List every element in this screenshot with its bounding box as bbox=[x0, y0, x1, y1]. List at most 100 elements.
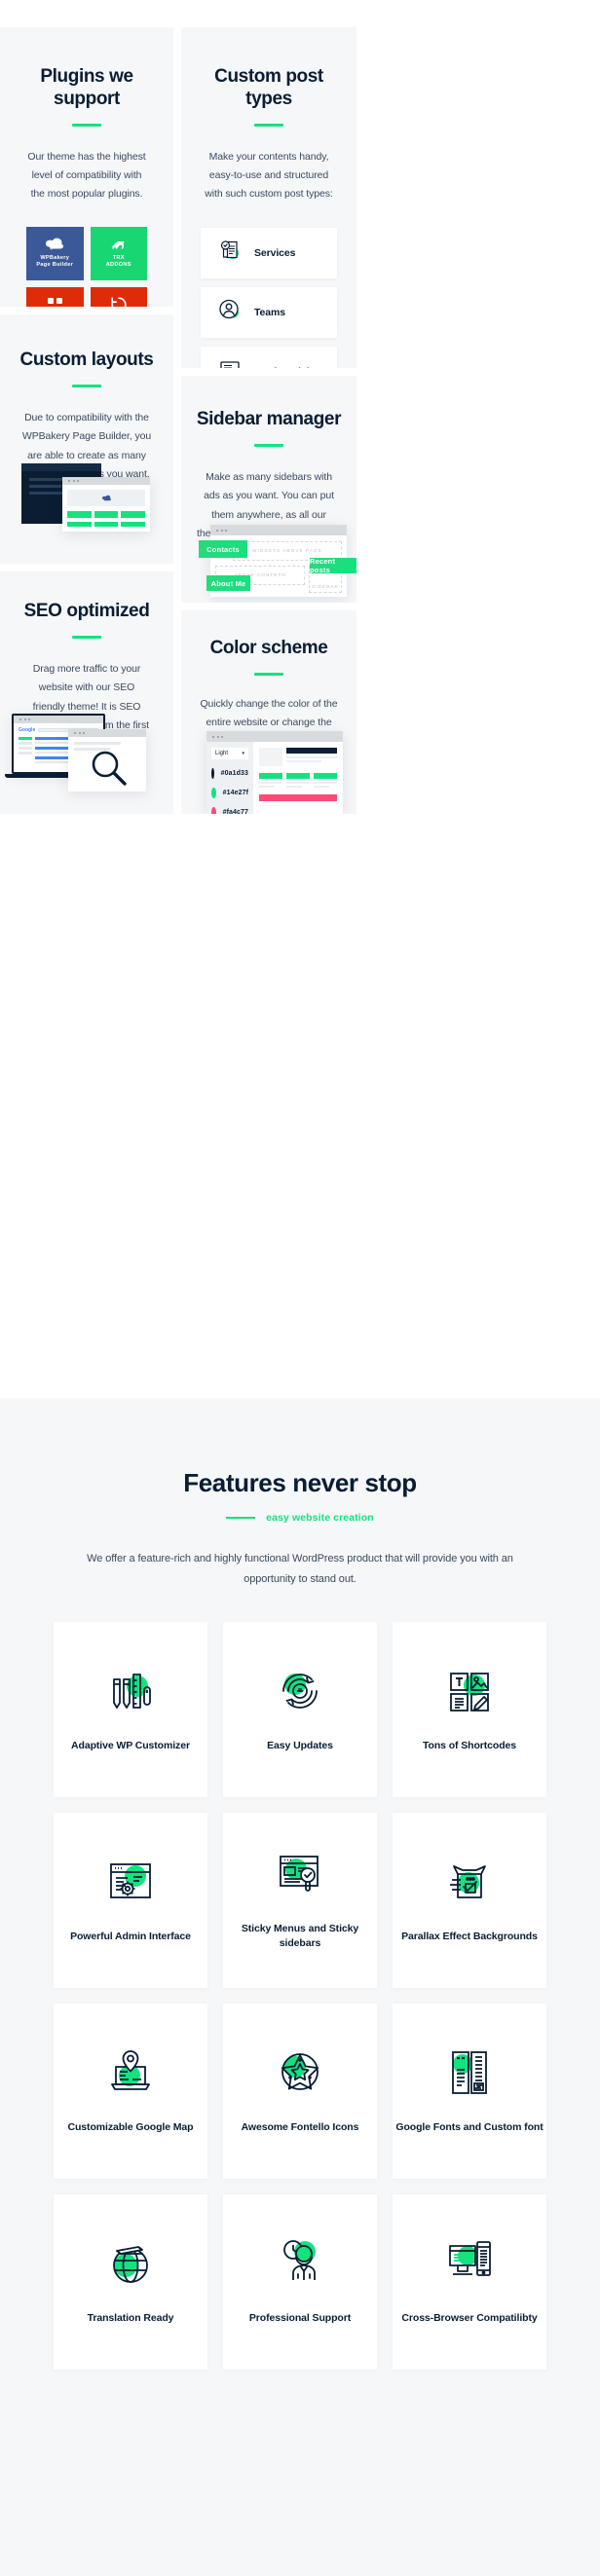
feature-card-powerful-admin-interface[interactable]: Powerful Admin Interface bbox=[54, 1812, 207, 1988]
section-custom-post-types: Custom post types Make your contents han… bbox=[181, 27, 356, 368]
feature-card-sticky-menus[interactable]: Sticky Menus and Sticky sidebars bbox=[223, 1812, 377, 1988]
cpt-title: Custom post types bbox=[214, 66, 323, 109]
landing-page: Plugins we support Our theme has the hig… bbox=[0, 0, 600, 2576]
mockup-search-window bbox=[68, 729, 146, 791]
features-title: Features never stop bbox=[183, 1468, 417, 1497]
feature-label: Powerful Admin Interface bbox=[70, 1930, 191, 1942]
cpt-card-label: Testimonials bbox=[254, 366, 315, 368]
swatch-label: #0a1d33 bbox=[220, 770, 248, 777]
pencils-ruler-icon bbox=[105, 1666, 156, 1721]
section-color-scheme: Color scheme Quickly change the color of… bbox=[181, 610, 356, 814]
plugins-body: Our theme has the highest level of compa… bbox=[27, 150, 146, 201]
feature-card-parallax-effect[interactable]: Parallax Effect Backgrounds bbox=[393, 1812, 546, 1988]
feature-label: Google Fonts and Custom font bbox=[395, 2120, 544, 2133]
widget-tag-recent-posts[interactable]: Recent posts bbox=[310, 557, 356, 574]
custom-layouts-title: Custom layouts bbox=[19, 350, 154, 370]
document-check-icon bbox=[218, 239, 242, 267]
feature-card-tons-of-shortcodes[interactable]: Tons of Shortcodes bbox=[393, 1621, 546, 1797]
feature-label: Sticky Menus and Sticky sidebars bbox=[241, 1923, 359, 1950]
google-label: Google bbox=[19, 727, 36, 733]
feature-label: Awesome Fontello Icons bbox=[241, 2120, 359, 2133]
cpt-card-services[interactable]: Services bbox=[201, 227, 337, 278]
cpt-body: Make your contents handy, easy-to-use an… bbox=[205, 150, 333, 201]
globe-pencil-icon bbox=[105, 2238, 156, 2294]
plugin-tile-slider-revolution[interactable]: SLIDER REVOLUTION bbox=[90, 286, 147, 307]
sidebar-manager-title: Sidebar manager bbox=[196, 409, 342, 429]
feature-label: Professional Support bbox=[248, 2311, 352, 2324]
feature-card-translation-ready[interactable]: Translation Ready bbox=[54, 2193, 207, 2370]
swatch-row-dark[interactable]: #0a1d33 bbox=[211, 768, 248, 779]
section-custom-layouts: Custom layouts Due to compatibility with… bbox=[0, 314, 173, 564]
swatch-row-green[interactable]: #14e27f bbox=[211, 788, 248, 798]
feature-card-adaptive-wp-customizer[interactable]: Adaptive WP Customizer bbox=[54, 1621, 207, 1797]
seo-title-rule bbox=[72, 635, 101, 639]
laptop-pin-icon bbox=[105, 2047, 156, 2103]
feature-label: Parallax Effect Backgrounds bbox=[401, 1930, 538, 1942]
feature-card-cross-browser[interactable]: Cross-Browser Compatilibty bbox=[393, 2193, 546, 2370]
seo-title: SEO optimized bbox=[23, 601, 150, 621]
chevron-down-icon: ▾ bbox=[242, 751, 244, 756]
star-circle-icon bbox=[275, 2047, 325, 2103]
plugin-tiles: WPBakery Page Builder TRX ADDONS ESS bbox=[26, 226, 147, 307]
cloud-icon bbox=[44, 238, 65, 251]
section-sidebar-manager: Sidebar manager Make as many sidebars wi… bbox=[181, 376, 356, 603]
plugin-tile-trx-addons[interactable]: TRX ADDONS bbox=[90, 226, 147, 280]
swatch-row-pink[interactable]: #fa4c77 bbox=[211, 807, 248, 814]
swatch-label: #14e27f bbox=[222, 790, 248, 796]
sidebar-manager-title-rule bbox=[254, 443, 283, 447]
seo-mockup: Google bbox=[5, 708, 168, 801]
features-eyebrow: easy website creation bbox=[266, 1512, 374, 1525]
feature-label: Tons of Shortcodes bbox=[422, 1739, 516, 1751]
grid-icon bbox=[47, 297, 62, 307]
window-gear-icon bbox=[105, 1857, 156, 1912]
scheme-select-value: Light bbox=[215, 751, 229, 756]
search-icon bbox=[90, 749, 129, 791]
custom-layouts-mockup bbox=[21, 463, 158, 532]
shortcode-blocks-icon bbox=[444, 1666, 495, 1721]
features-eyebrow-wrap: easy website creation bbox=[0, 1512, 600, 1524]
dino-icon bbox=[108, 238, 130, 251]
cpt-card-testimonials[interactable]: Testimonials bbox=[201, 346, 337, 368]
cpt-card-label: Teams bbox=[254, 306, 285, 318]
laptop-quote-icon bbox=[218, 357, 242, 368]
widget-tag-about-me[interactable]: About Me bbox=[206, 575, 250, 591]
cpt-card-list: Services Teams Testimonials bbox=[181, 227, 356, 368]
cpt-card-teams[interactable]: Teams bbox=[201, 286, 337, 338]
refresh-circle-icon bbox=[275, 1666, 325, 1721]
typography-doc-icon bbox=[444, 2047, 495, 2103]
feature-card-awesome-fontello-icons[interactable]: Awesome Fontello Icons bbox=[223, 2003, 377, 2179]
feature-label: Easy Updates bbox=[267, 1739, 333, 1751]
feature-card-google-fonts[interactable]: Google Fonts and Custom font bbox=[393, 2003, 546, 2179]
feature-label: Translation Ready bbox=[87, 2311, 174, 2324]
feature-card-customizable-google-map[interactable]: Customizable Google Map bbox=[54, 2003, 207, 2179]
features-grid: Adaptive WP Customizer Easy Updates Tons… bbox=[0, 1621, 600, 2370]
section-seo: SEO optimized Drag more traffic to your … bbox=[0, 571, 173, 814]
color-scheme-mockup: Light ▾ #0a1d33 #14e27f #fa4c77 bbox=[206, 731, 343, 814]
plugin-tile-essential-grid[interactable]: ESSENTIAL GRID bbox=[26, 286, 84, 307]
plugin-tile-label: WPBakery Page Builder bbox=[36, 255, 74, 269]
widget-tag-contacts[interactable]: Contacts bbox=[199, 540, 247, 558]
swatch-dot bbox=[211, 807, 216, 814]
swatch-dot bbox=[211, 768, 214, 779]
eyebrow-rule bbox=[226, 1516, 256, 1520]
feature-label: Cross-Browser Compatilibty bbox=[401, 2311, 538, 2324]
cpt-card-label: Services bbox=[254, 246, 296, 259]
cpt-title-rule bbox=[254, 123, 283, 127]
user-circle-icon bbox=[218, 298, 242, 326]
open-box-icon bbox=[444, 1857, 495, 1912]
mockup-light-window bbox=[62, 477, 150, 532]
custom-layouts-title-rule bbox=[72, 384, 101, 387]
plugin-tile-wpbakery[interactable]: WPBakery Page Builder bbox=[26, 226, 84, 280]
features-body: We offer a feature-rich and highly funct… bbox=[87, 1553, 513, 1585]
window-check-icon bbox=[275, 1849, 325, 1904]
color-scheme-title: Color scheme bbox=[209, 638, 328, 658]
scheme-select[interactable]: Light ▾ bbox=[211, 748, 248, 759]
plugins-title: Plugins we support bbox=[40, 66, 133, 109]
refresh-icon bbox=[111, 297, 127, 307]
feature-card-easy-updates[interactable]: Easy Updates bbox=[223, 1621, 377, 1797]
color-scheme-title-rule bbox=[254, 672, 283, 676]
swatch-label: #fa4c77 bbox=[222, 809, 248, 814]
plugin-tile-label: TRX ADDONS bbox=[105, 255, 131, 269]
feature-card-professional-support[interactable]: Professional Support bbox=[223, 2193, 377, 2370]
feature-label: Customizable Google Map bbox=[67, 2120, 194, 2133]
